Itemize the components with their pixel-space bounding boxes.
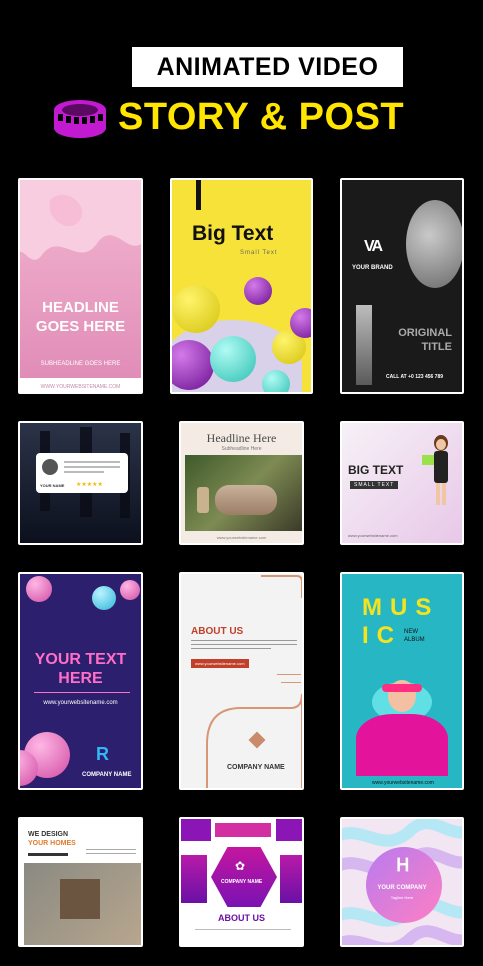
line2: YOUR HOMES [28, 840, 76, 847]
album: NEW ALBUM [404, 629, 425, 643]
template-card-big-text-character[interactable]: BIG TEXT SMALL TEXT www.yourwebsitename.… [340, 421, 464, 545]
title-line1: MUS [362, 594, 440, 621]
template-card-your-text-here[interactable]: YOUR TEXT HERE www.yourwebsitename.com R… [18, 572, 143, 790]
title: Big Text [192, 222, 274, 245]
title-line2: IC [362, 622, 402, 649]
template-card-pink-headline[interactable]: HEADLINE GOES HERE SUBHEADLINE GOES HERE… [18, 178, 143, 394]
stars: ★★★★★ [76, 482, 103, 488]
company: COMPANY NAME [227, 764, 285, 771]
brand-logo-icon: VA [364, 238, 383, 255]
subheadline: SUBHEADLINE GOES HERE [40, 361, 121, 367]
name: YOUR NAME [40, 483, 65, 488]
header-subtitle: STORY & POST [118, 96, 405, 138]
company-logo-icon: R [96, 744, 109, 764]
company: COMPANY NAME [82, 772, 132, 778]
template-card-testimonial[interactable]: YOUR NAME ★★★★★ [18, 421, 143, 545]
copper-frame [206, 575, 302, 788]
template-card-music[interactable]: MUS IC NEW ALBUM www.yourwebsitename.com [340, 572, 464, 790]
website: www.yourwebsitename.com [216, 535, 267, 540]
template-card-your-brand[interactable]: VA YOUR BRAND ORIGINAL TITLE CALL AT +0 … [340, 178, 464, 394]
template-card-your-company[interactable]: ᕼ YOUR COMPANY Tagline Here [340, 817, 464, 947]
film-reel-icon [54, 100, 106, 138]
title: ABOUT US [218, 913, 265, 923]
call: CALL AT +0 123 456 789 [386, 374, 444, 380]
title: Headline Here [206, 431, 277, 445]
headline: HEADLINE GOES HERE [35, 299, 126, 335]
subtitle: Subheadline Here [221, 446, 262, 452]
template-card-we-design[interactable]: WE DESIGN YOUR HOMES [18, 817, 143, 947]
website: www.yourwebsitename.com [191, 659, 249, 668]
company-logo-icon: ✿ [235, 859, 246, 873]
brand: YOUR BRAND [352, 265, 393, 271]
title: ORIGINAL TITLE [398, 327, 452, 353]
company-logo-icon: ᕼ [396, 855, 410, 875]
avatar [42, 459, 58, 475]
template-card-big-text[interactable]: Big Text Small Text [170, 178, 313, 394]
template-card-headline-here[interactable]: Headline Here Subheadline Here www.yourw… [179, 421, 304, 545]
title: ABOUT US [191, 626, 244, 637]
tagline: Tagline Here [390, 895, 414, 900]
title: YOUR TEXT HERE [34, 651, 127, 687]
company: COMPANY NAME [221, 879, 263, 885]
subtitle: Small Text [240, 250, 278, 256]
company: YOUR COMPANY [377, 885, 427, 891]
website: WWW.YOURWEBSITENAME.COM [40, 384, 121, 390]
header-title: ANIMATED VIDEO [132, 47, 403, 87]
line1: WE DESIGN [28, 831, 69, 838]
liquid-shape [20, 180, 141, 260]
website: www.yourwebsitename.com [348, 533, 398, 538]
subtitle: SMALL TEXT [350, 481, 399, 489]
template-card-hexagon-about[interactable]: ✿ COMPANY NAME ABOUT US [179, 817, 304, 947]
website: www.yourwebsitename.com [43, 700, 118, 706]
title: BIG TEXT [348, 463, 404, 477]
website: www.yourwebsitename.com [372, 780, 434, 786]
template-card-about-us[interactable]: ABOUT US www.yourwebsitename.com COMPANY… [179, 572, 304, 790]
